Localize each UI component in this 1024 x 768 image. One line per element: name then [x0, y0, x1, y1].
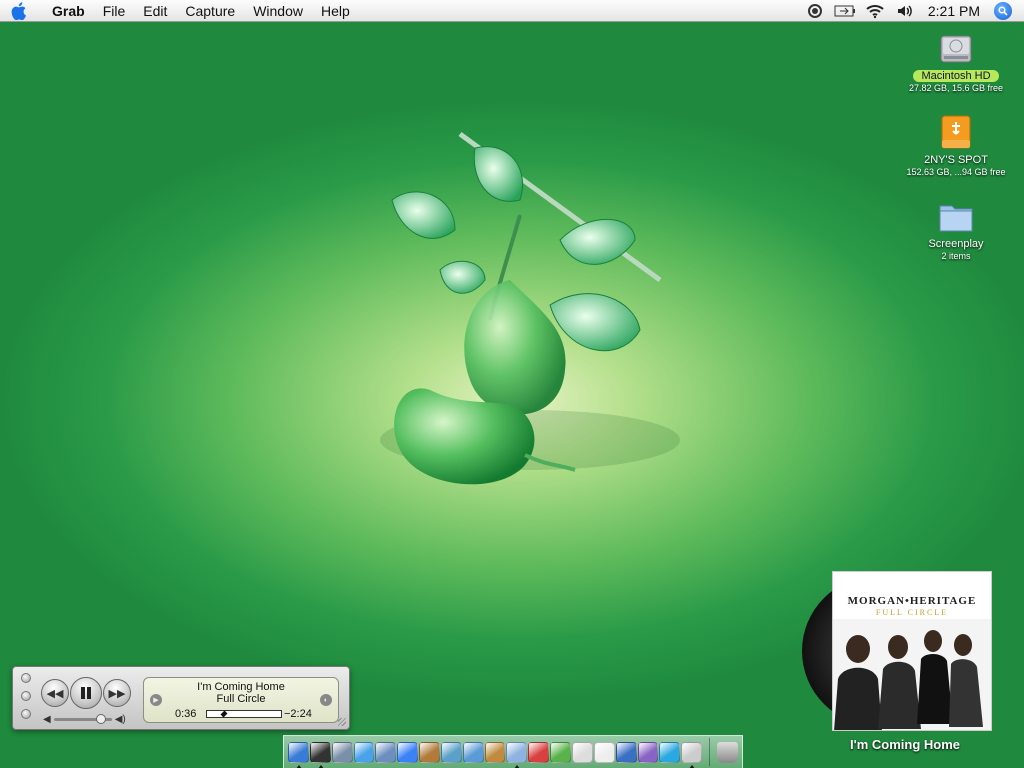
volume-high-icon: ◀) — [114, 713, 126, 725]
dashboard-icon[interactable] — [309, 741, 331, 768]
menu-app-name[interactable]: Grab — [38, 0, 94, 22]
menu-help[interactable]: Help — [312, 0, 359, 22]
album-cover[interactable]: MORGAN•HERITAGE FULL CIRCLE — [832, 571, 992, 731]
rewind-button[interactable]: ◀◀ — [41, 679, 69, 707]
volume-low-icon: ◀ — [43, 713, 51, 725]
garageband-icon[interactable] — [484, 741, 506, 763]
word-icon[interactable] — [615, 741, 637, 763]
wallpaper-pear-artwork — [360, 120, 680, 510]
album-cover-title: FULL CIRCLE — [875, 608, 949, 617]
desktop-icon-screenplay[interactable]: Screenplay 2 items — [896, 196, 1016, 261]
trash-icon[interactable] — [717, 741, 738, 763]
menu-window[interactable]: Window — [244, 0, 312, 22]
pause-button[interactable] — [70, 677, 102, 709]
now-playing-caption: I'm Coming Home — [850, 737, 960, 752]
hard-drive-icon — [936, 28, 976, 68]
itunes-mini-player[interactable]: ◀◀ ▶▶ ◀ ◀) ▶ I'm Coming Home Full Circle… — [12, 666, 350, 730]
elapsed-time: 0:36 — [175, 708, 197, 720]
pause-icon — [81, 687, 91, 699]
battery-icon[interactable] — [830, 0, 860, 22]
desktop-icon-label: 2NY'S SPOT — [924, 154, 988, 166]
desktop-icon-2nys-spot[interactable]: 2NY'S SPOT 152.63 GB, ...94 GB free — [896, 112, 1016, 177]
fast-forward-button[interactable]: ▶▶ — [103, 679, 131, 707]
volume-slider[interactable] — [53, 713, 112, 724]
finder-icon[interactable] — [288, 741, 309, 768]
iphoto-icon[interactable] — [571, 741, 593, 763]
progress-bar[interactable] — [206, 710, 282, 718]
music-note-icon[interactable] — [506, 741, 528, 768]
snapback-icon[interactable]: ▶ — [150, 694, 162, 706]
progress-playhead[interactable] — [220, 710, 228, 718]
menu-bar: Grab File Edit Capture Window Help 2:21 … — [0, 0, 1024, 22]
ical-icon[interactable] — [528, 741, 550, 763]
volume-control[interactable]: ◀ ◀) — [43, 713, 133, 725]
album-title: Full Circle — [216, 693, 266, 705]
external-drive-icon — [936, 112, 976, 152]
resize-grip[interactable] — [338, 718, 346, 726]
desktop-icon-info: 27.82 GB, 15.6 GB free — [908, 83, 1004, 93]
volume-icon[interactable] — [890, 0, 920, 22]
desktop-icon-label: Screenplay — [928, 238, 984, 250]
itunes-icon[interactable] — [462, 741, 484, 763]
zoom-button[interactable] — [21, 709, 31, 719]
safari-icon[interactable] — [353, 741, 375, 763]
menu-clock[interactable]: 2:21 PM — [920, 3, 994, 19]
remaining-time: −2:24 — [284, 708, 312, 720]
fish-icon[interactable] — [440, 741, 462, 763]
minimize-button[interactable] — [21, 691, 31, 701]
address-book-icon[interactable] — [419, 741, 440, 763]
mail-icon[interactable] — [375, 741, 397, 763]
adium-duck-icon[interactable] — [550, 741, 571, 763]
menu-capture[interactable]: Capture — [176, 0, 244, 22]
menu-edit[interactable]: Edit — [134, 0, 176, 22]
fast-forward-icon: ▶▶ — [108, 687, 126, 700]
song-title: I'm Coming Home — [197, 681, 285, 693]
apple-menu-icon[interactable] — [0, 0, 38, 22]
display-mode-icon[interactable]: ◐ — [320, 694, 332, 706]
volume-slider-knob[interactable] — [96, 713, 107, 724]
band-photo — [833, 619, 991, 730]
album-band-name: MORGAN•HERITAGE — [847, 595, 977, 607]
preview-icon[interactable] — [681, 741, 703, 768]
desktop-icon-label: Macintosh HD — [913, 70, 999, 82]
folder-icon — [936, 196, 976, 236]
menu-file[interactable]: File — [94, 0, 135, 22]
skype-icon[interactable] — [659, 741, 681, 763]
system-preferences-icon[interactable] — [331, 741, 353, 763]
rewind-icon: ◀◀ — [46, 687, 64, 700]
time-machine-icon[interactable] — [800, 0, 830, 22]
wifi-icon[interactable] — [860, 0, 890, 22]
ichat-icon[interactable] — [397, 741, 419, 763]
desktop-icon-info: 2 items — [941, 251, 971, 261]
spotlight-search-icon[interactable] — [994, 1, 1012, 20]
dock — [283, 735, 743, 768]
dock-separator — [709, 738, 711, 766]
quicktime-icon[interactable] — [637, 741, 659, 763]
dice-icon[interactable] — [593, 741, 615, 763]
close-button[interactable] — [21, 673, 31, 683]
desktop-icon-info: 152.63 GB, ...94 GB free — [906, 167, 1006, 177]
desktop-icon-macintosh-hd[interactable]: Macintosh HD 27.82 GB, 15.6 GB free — [896, 28, 1016, 93]
now-playing-display: ▶ I'm Coming Home Full Circle 0:36 −2:24… — [143, 677, 339, 723]
